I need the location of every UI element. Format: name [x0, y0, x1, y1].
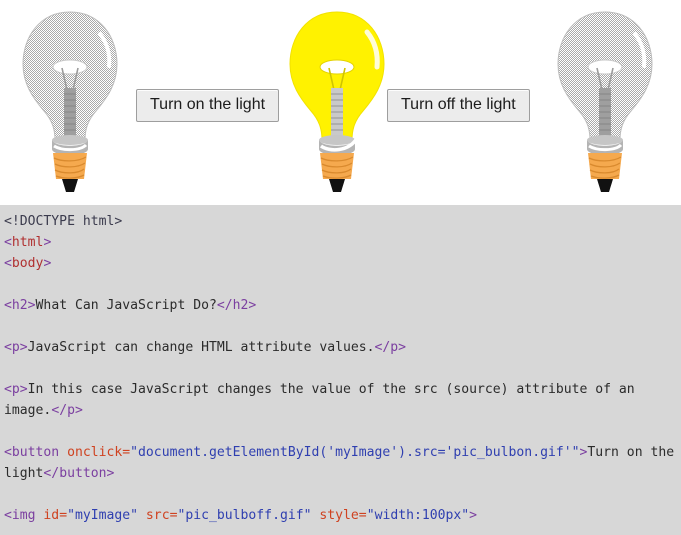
- code-token-tag: </button>: [43, 466, 115, 481]
- code-token-val: "width:100px": [366, 508, 470, 523]
- code-token-tag: <: [4, 235, 12, 250]
- code-line: <body>: [4, 253, 677, 274]
- code-line: <button onclick="document.getElementById…: [4, 442, 677, 484]
- code-token-tag: <p>: [4, 340, 28, 355]
- code-token-tag: >: [43, 235, 52, 250]
- bulb-on-image: [281, 6, 393, 198]
- code-line: <img id="myImage" src="pic_bulboff.gif" …: [4, 505, 677, 526]
- code-token-val: "myImage": [67, 508, 139, 523]
- code-token-doctype: <!DOCTYPE html>: [4, 214, 123, 229]
- code-token-tag: >: [43, 256, 52, 271]
- code-line: <p>JavaScript can change HTML attribute …: [4, 337, 677, 358]
- source-code-block: <!DOCTYPE html> <html> <body> <h2>What Can …: [0, 205, 681, 535]
- bulb-off-right-image: [549, 6, 661, 198]
- code-token-tag: <h2>: [4, 298, 36, 313]
- code-token-tag: >: [469, 508, 478, 523]
- code-token-tag: <img: [4, 508, 44, 523]
- code-token-attr: src=: [145, 508, 178, 523]
- code-token-tag: </p>: [374, 340, 407, 355]
- bulb-off-left-image: [14, 6, 126, 198]
- code-line: <!DOCTYPE html>: [4, 211, 677, 232]
- code-token-tagname: html: [11, 235, 44, 250]
- code-token-text: In this case JavaScript changes the valu…: [4, 382, 643, 418]
- code-token-attr: onclick=: [67, 445, 131, 460]
- code-token-text: JavaScript can change HTML attribute val…: [27, 340, 375, 355]
- demo-output-area: Turn on the light Turn off the light: [0, 0, 681, 205]
- code-token-tag: </h2>: [216, 298, 257, 313]
- code-token-attr: style=: [319, 508, 367, 523]
- code-token-tag: <p>: [4, 382, 28, 397]
- code-line: <html>: [4, 232, 677, 253]
- code-line: <h2>What Can JavaScript Do?</h2>: [4, 295, 677, 316]
- code-token-val: "pic_bulboff.gif": [177, 508, 312, 523]
- code-token-tag: <button: [4, 445, 68, 460]
- code-token-val: "document.getElementById('myImage').src=…: [130, 445, 580, 460]
- code-token-tagname: body: [11, 256, 44, 271]
- code-token-attr: id=: [43, 508, 68, 523]
- turn-on-the-light-button[interactable]: Turn on the light: [136, 89, 280, 122]
- code-line: <p>In this case JavaScript changes the v…: [4, 379, 677, 421]
- code-token-tag: <: [4, 256, 12, 271]
- code-token-text: What Can JavaScript Do?: [35, 298, 217, 313]
- turn-off-the-light-button[interactable]: Turn off the light: [387, 89, 530, 122]
- code-token-tag: </p>: [51, 403, 83, 418]
